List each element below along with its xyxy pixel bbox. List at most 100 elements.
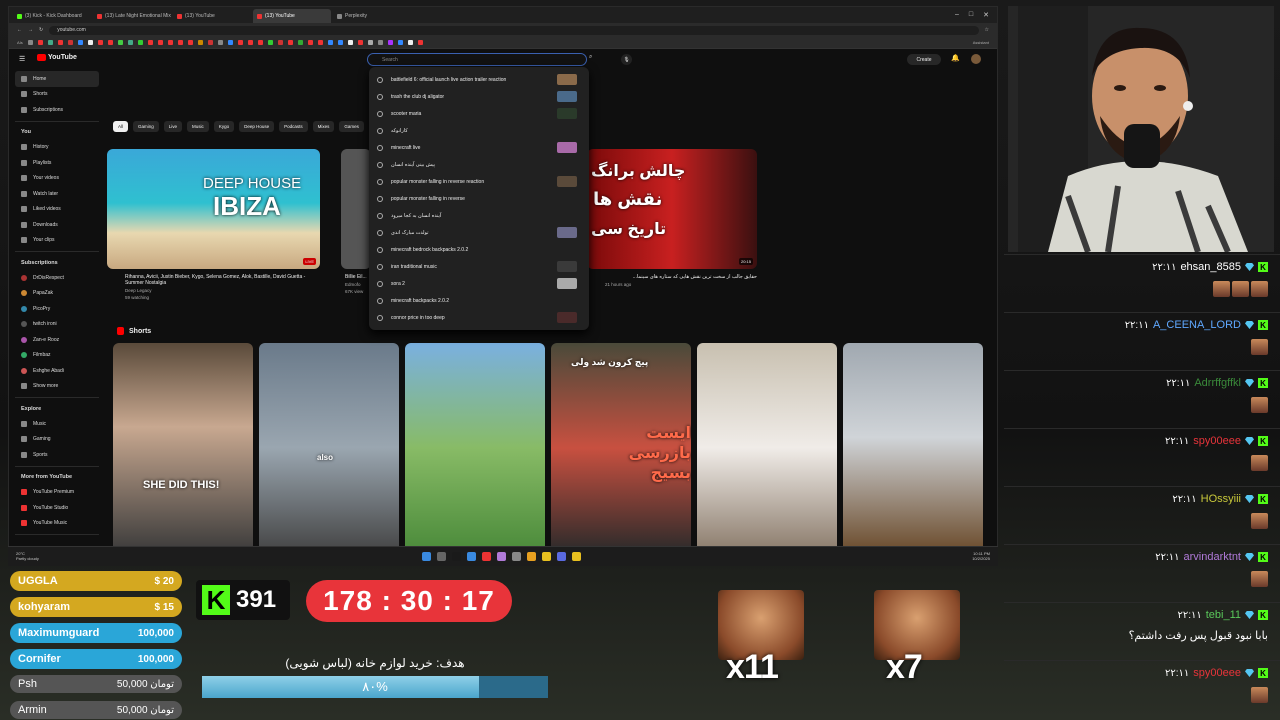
taskbar-app-icon[interactable] [482, 552, 491, 561]
sidebar-item[interactable]: Show more [15, 379, 99, 395]
bookmark-icon[interactable] [137, 40, 143, 45]
youtube-logo[interactable]: YouTube [37, 54, 77, 61]
search-suggestion[interactable]: iran traditional music [369, 258, 589, 275]
bookmark-icon[interactable] [37, 40, 43, 45]
filter-chip[interactable]: Music [187, 121, 209, 132]
video-card[interactable]: Billie Eil... Edmofo 67K view [341, 149, 371, 294]
bookmark-icon[interactable] [197, 40, 203, 45]
filter-chip[interactable]: Deep House [239, 121, 275, 132]
search-suggestion[interactable]: popular monster falling in reverse react… [369, 173, 589, 190]
chat-username[interactable]: spy00eee [1193, 667, 1241, 679]
taskbar-app-icon[interactable] [557, 552, 566, 561]
search-suggestion[interactable]: popular monster falling in reverse [369, 190, 589, 207]
video-thumbnail[interactable] [341, 149, 371, 269]
filter-chip[interactable]: Podcasts [279, 121, 308, 132]
sidebar-item[interactable]: Watch later [15, 186, 99, 202]
star-icon[interactable]: ☆ [985, 27, 989, 33]
filter-chip[interactable]: Mixes [312, 121, 335, 132]
bookmark-icon[interactable] [357, 40, 363, 45]
search-suggestion[interactable]: پیش بینی آینده انسان [369, 156, 589, 173]
search-suggestion[interactable]: minecraft backpacks 2.0.2 [369, 292, 589, 309]
browser-tab[interactable]: (13) YouTube [253, 9, 331, 23]
search-suggestion[interactable]: تولدت مبارک اندی [369, 224, 589, 241]
short-card[interactable]: 33 پرچم عروسی اکسم 😃959K views [697, 343, 837, 563]
taskbar-app-icon[interactable] [527, 552, 536, 561]
video-title[interactable]: حقایق جالب از سخت ترین نقش هایی که ستاره… [587, 274, 757, 280]
bookmark-icon[interactable] [97, 40, 103, 45]
bookmark-icon[interactable] [387, 40, 393, 45]
sidebar-item[interactable]: History [15, 140, 99, 156]
bookmark-icon[interactable] [377, 40, 383, 45]
browser-tab[interactable]: Perplexity [333, 9, 411, 23]
notifications-icon[interactable]: 🔔 [951, 54, 960, 62]
video-thumbnail[interactable]: چالش برانگ نقش ها تاریخ سی 20:15 [587, 149, 757, 269]
bookmark-folder-ais[interactable]: AIs [17, 40, 23, 45]
sidebar-item[interactable]: YouTube Music [15, 516, 99, 532]
bookmark-icon[interactable] [187, 40, 193, 45]
short-thumbnail[interactable] [405, 343, 545, 553]
search-icon[interactable]: ⌕ [589, 54, 592, 61]
sidebar-item[interactable]: Downloads [15, 217, 99, 233]
menu-icon[interactable]: ☰ [19, 55, 25, 63]
bookmark-icon[interactable] [207, 40, 213, 45]
bookmark-icon[interactable] [27, 40, 33, 45]
bookmark-icon[interactable] [307, 40, 313, 45]
bookmark-icon[interactable] [317, 40, 323, 45]
short-card[interactable]: alsoRetired boxer saves the day3.3M view… [259, 343, 399, 563]
minimize-icon[interactable]: – [955, 11, 959, 19]
sidebar-item[interactable]: Filmbaz [15, 348, 99, 364]
bookmark-icon[interactable] [367, 40, 373, 45]
sidebar-item[interactable]: Your videos [15, 171, 99, 187]
sidebar-header[interactable]: Explore [15, 401, 99, 416]
short-thumbnail[interactable] [697, 343, 837, 553]
search-suggestion[interactable]: minecraft bedrock backpacks 2.0.2 [369, 241, 589, 258]
maximize-icon[interactable]: □ [969, 11, 973, 19]
search-suggestion[interactable]: battlefield 6: official launch live acti… [369, 71, 589, 88]
sidebar-item[interactable]: PapaZak [15, 286, 99, 302]
sidebar-item[interactable]: YouTube Studio [15, 500, 99, 516]
browser-tab[interactable]: (13) Late Night Emotional Mix [93, 9, 171, 23]
search-input[interactable]: Search [367, 53, 587, 66]
search-suggestion[interactable]: connor price in too deep [369, 309, 589, 326]
sidebar-header[interactable]: More from YouTube [15, 470, 99, 485]
bookmark-icon[interactable] [77, 40, 83, 45]
reload-icon[interactable]: ↻ [39, 27, 43, 33]
search-suggestion[interactable]: کارانوکه [369, 122, 589, 139]
bookmark-icon[interactable] [87, 40, 93, 45]
search-suggestion[interactable]: trash the club dj aligator [369, 88, 589, 105]
sidebar-item[interactable]: PicoPry [15, 301, 99, 317]
video-thumbnail[interactable]: DEEP HOUSE IBIZA LIVE [107, 149, 320, 269]
sidebar-item[interactable]: Liked videos [15, 202, 99, 218]
chat-username[interactable]: arvindarktnt [1184, 551, 1241, 563]
bookmark-icon[interactable] [227, 40, 233, 45]
close-icon[interactable]: ✕ [983, 11, 989, 19]
sidebar-item[interactable]: Home [15, 71, 99, 87]
bookmark-icon[interactable] [127, 40, 133, 45]
sidebar-item[interactable]: Gaming [15, 432, 99, 448]
chat-username[interactable]: tebi_11 [1206, 609, 1241, 621]
taskbar-app-icon[interactable] [467, 552, 476, 561]
short-card[interactable]: SHE DID THIS!Woke Student FLASHED Charli… [113, 343, 253, 563]
sidebar-item[interactable]: Eshghe Abadi [15, 363, 99, 379]
sidebar-item[interactable]: YouTube Premium [15, 485, 99, 501]
bookmark-icon[interactable] [337, 40, 343, 45]
sidebar-item[interactable]: Zan-e Rooz [15, 332, 99, 348]
sidebar-item[interactable]: Playlists [15, 155, 99, 171]
create-button[interactable]: Create [907, 54, 941, 65]
weather-widget[interactable]: 20°C Partly cloudy [16, 551, 39, 561]
filter-chip[interactable]: All [113, 121, 129, 132]
forward-icon[interactable]: → [28, 27, 33, 33]
chat-username[interactable]: ehsan_8585 [1180, 261, 1241, 273]
filter-chip[interactable]: Games [339, 121, 364, 132]
taskbar-app-icon[interactable] [512, 552, 521, 561]
bookmark-icon[interactable] [67, 40, 73, 45]
search-suggestion[interactable]: آینده انسان به کجا میرود [369, 207, 589, 224]
short-card[interactable]: من با این کوچولو ماهی ۵۰ میلیون میندازم!… [843, 343, 983, 563]
chat-username[interactable]: spy00eee [1193, 435, 1241, 447]
taskbar-app-icon[interactable] [572, 552, 581, 561]
video-title[interactable]: Billie Eil... [341, 274, 371, 280]
filter-chip[interactable]: Live [163, 121, 183, 132]
search-suggestion[interactable]: minecraft live [369, 139, 589, 156]
short-card[interactable]: Procedurally Animated Robots in Minecraf… [405, 343, 545, 563]
bookmark-icon[interactable] [177, 40, 183, 45]
